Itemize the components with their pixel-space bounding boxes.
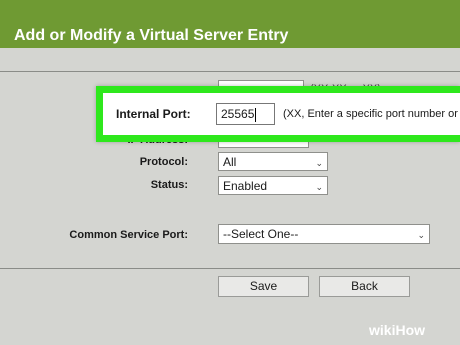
text-cursor (255, 107, 257, 122)
protocol-label: Protocol: (139, 156, 188, 168)
watermark-wiki: wiki (369, 322, 396, 338)
top-divider (0, 71, 460, 72)
internal-port-hint: (XX, Enter a specific port number or (283, 108, 458, 120)
watermark-how: How (395, 322, 426, 338)
chevron-down-icon: ⌄ (315, 182, 323, 192)
page-title: Add or Modify a Virtual Server Entry (14, 27, 289, 44)
protocol-selected-value: All (223, 155, 237, 169)
common-service-port-select[interactable]: --Select One-- ⌄ (218, 224, 430, 244)
back-button[interactable]: Back (319, 276, 410, 297)
chevron-down-icon: ⌄ (315, 158, 323, 168)
internal-port-value: 25565 (221, 107, 255, 121)
status-select[interactable]: Enabled ⌄ (218, 176, 328, 195)
save-button[interactable]: Save (218, 276, 309, 297)
page-header: Add or Modify a Virtual Server Entry (0, 0, 460, 48)
internal-port-label: Internal Port: (116, 107, 191, 121)
status-label: Status: (150, 179, 188, 191)
internal-port-callout: Internal Port: 25565 (XX, Enter a specif… (96, 86, 460, 142)
protocol-select[interactable]: All ⌄ (218, 152, 328, 171)
watermark-logo: wikiHow (369, 322, 425, 338)
internal-port-field[interactable]: 25565 (216, 103, 275, 125)
common-service-port-label: Common Service Port: (69, 229, 188, 241)
bottom-divider (0, 268, 460, 269)
status-selected-value: Enabled (223, 179, 268, 193)
chevron-down-icon: ⌄ (417, 230, 425, 240)
common-service-port-selected-value: --Select One-- (223, 227, 299, 241)
